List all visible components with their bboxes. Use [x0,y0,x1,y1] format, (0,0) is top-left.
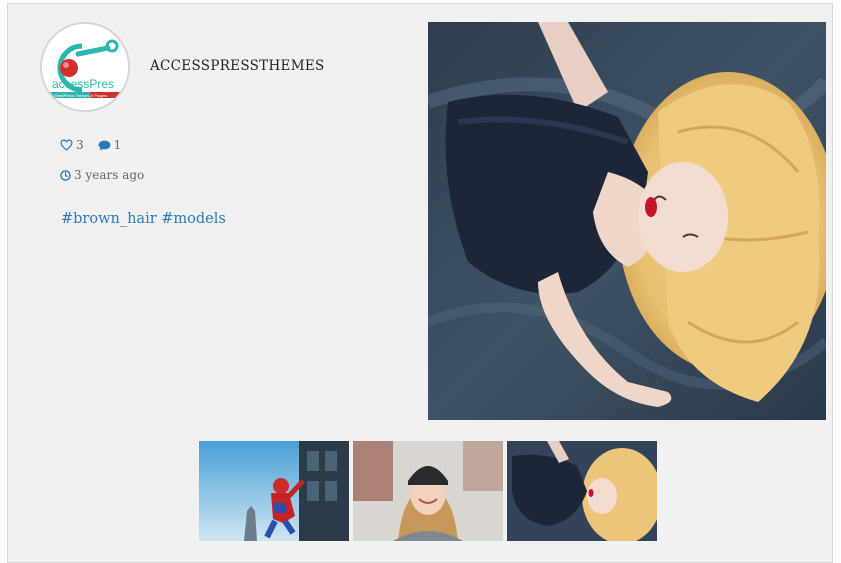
thumbnail-blonde-woman[interactable] [507,441,657,541]
profile-avatar[interactable]: accessPres WordPress Themes & Plugins [40,22,130,112]
thumbnail-strip [199,441,657,541]
hashtag-link[interactable]: #models [161,211,226,227]
photo-blonde-woman-thumb [507,441,657,541]
profile-username[interactable]: ACCESSPRESSTHEMES [150,58,325,74]
clock-icon [60,169,71,181]
time-ago-text: 3 years ago [74,168,145,182]
comments-stat[interactable]: 1 [98,138,122,152]
comments-count: 1 [113,138,122,152]
instagram-feed-card: accessPres WordPress Themes & Plugins AC… [7,3,833,563]
speech-bubble-icon [98,140,111,150]
likes-count: 3 [76,138,84,152]
heart-outline-icon [60,139,73,151]
photo-spiderman [199,441,349,541]
thumbnail-spiderman[interactable] [199,441,349,541]
accesspress-logo-icon: accessPres WordPress Themes & Plugins [42,24,128,110]
likes-stat[interactable]: 3 [60,138,84,152]
main-post-photo[interactable] [428,22,826,420]
post-hashtags: #brown_hair #models [61,211,226,227]
hashtag-link[interactable]: #brown_hair [61,211,157,227]
photo-blonde-woman [428,22,826,420]
photo-woman-beanie [353,441,503,541]
logo-text: accessPres [52,77,114,91]
thumbnail-woman-beanie[interactable] [353,441,503,541]
post-stats: 3 1 [60,138,121,152]
logo-tagline: WordPress Themes & Plugins [54,93,107,98]
post-time: 3 years ago [60,168,144,182]
